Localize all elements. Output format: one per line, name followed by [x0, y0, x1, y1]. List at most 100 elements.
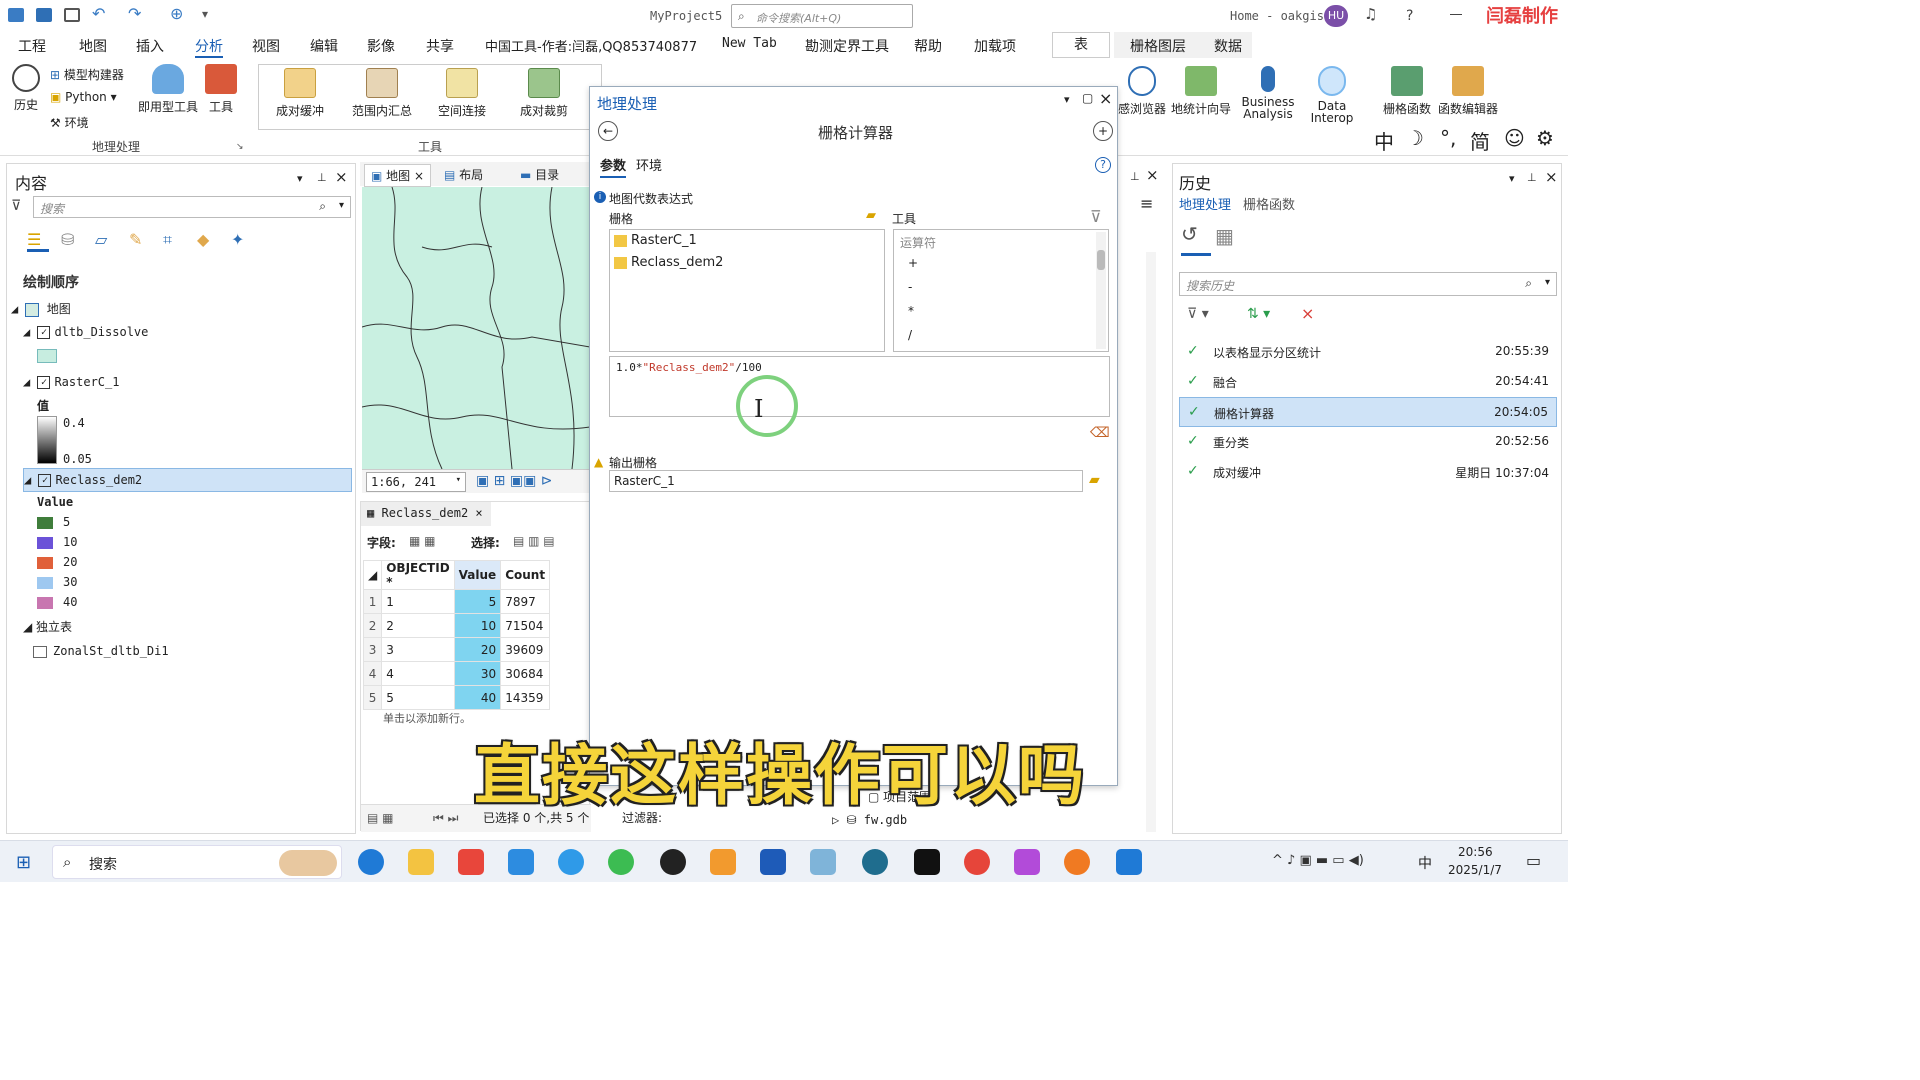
open-folder-icon[interactable]: [36, 8, 52, 22]
table-cell[interactable]: 2: [381, 613, 455, 638]
zoom-icon[interactable]: ⊕: [170, 6, 183, 22]
geostatistical-wizard-button[interactable]: 地统计向导: [1170, 66, 1232, 117]
notification-icon[interactable]: ▭: [1526, 851, 1541, 870]
scale-selector[interactable]: 1:66, 241 ▾: [366, 472, 466, 492]
column-header[interactable]: Value: [453, 560, 502, 590]
arcgis-icon[interactable]: [810, 849, 836, 875]
firefox-icon[interactable]: [1064, 849, 1090, 875]
close-icon[interactable]: ×: [1099, 89, 1112, 108]
navigation-tools-icon[interactable]: ▣ ⊞ ▣▣ ⊳: [476, 473, 553, 489]
table-cell[interactable]: 40: [453, 685, 502, 710]
system-tray-icons[interactable]: ^ ♪ ▣ ▬ ▭ ◀): [1272, 853, 1364, 868]
history-button[interactable]: 历史: [8, 64, 44, 113]
browse-folder-icon[interactable]: ▰: [1089, 472, 1100, 488]
record-navigation-icon[interactable]: ⏮ ⏭: [433, 811, 458, 826]
browse-folder-icon[interactable]: ▰: [866, 208, 876, 223]
punctuation-button[interactable]: °,: [1440, 126, 1456, 150]
tab-table[interactable]: 表: [1052, 32, 1110, 58]
tab-raster-functions-history[interactable]: 栅格函数: [1243, 194, 1295, 213]
tab-catalog[interactable]: ▬ 目录: [520, 166, 559, 183]
clock-time[interactable]: 20:56: [1458, 845, 1493, 859]
filter-icon[interactable]: ⊽ ▾: [1187, 306, 1209, 322]
dialog-launcher-icon[interactable]: ↘: [236, 142, 244, 152]
file-explorer-icon[interactable]: [408, 849, 434, 875]
tab-new-tab[interactable]: New Tab: [722, 36, 777, 51]
project-icon[interactable]: [8, 8, 24, 22]
tab-geoprocessing-history[interactable]: 地理处理: [1179, 194, 1231, 213]
tab-edit[interactable]: 编辑: [310, 36, 338, 56]
table-cell[interactable]: 30: [453, 661, 502, 686]
table-cell[interactable]: 10: [453, 613, 502, 638]
command-search-input[interactable]: ⌕ 命令搜索(Alt+Q): [731, 4, 913, 28]
settings-icon[interactable]: ⚙: [1536, 126, 1554, 150]
close-icon[interactable]: ×: [1545, 168, 1558, 186]
tools-button[interactable]: 工具: [203, 64, 239, 115]
python-button[interactable]: ▣ Python ▾: [50, 90, 117, 104]
tab-survey-tools[interactable]: 勘测定界工具: [805, 36, 889, 56]
avatar[interactable]: HU: [1324, 5, 1348, 27]
notification-bell-icon[interactable]: ♫: [1364, 7, 1377, 22]
tool-pairwise-clip[interactable]: 成对裁剪: [516, 68, 572, 119]
minimize-button[interactable]: [1450, 14, 1462, 15]
tool-summarize-within[interactable]: 范围内汇总: [350, 68, 414, 119]
environments-button[interactable]: ⚒ 环境: [50, 114, 89, 131]
layer-checkbox[interactable]: ✓: [38, 474, 52, 487]
pin-icon[interactable]: ⊥: [1527, 171, 1537, 184]
tab-environments[interactable]: 环境: [636, 155, 662, 174]
history-entry[interactable]: ✓ 成对缓冲 星期日 10:37:04: [1179, 457, 1557, 487]
globe-search-icon[interactable]: [862, 849, 888, 875]
tab-analysis[interactable]: 分析: [195, 36, 223, 58]
map-canvas[interactable]: [362, 187, 590, 469]
wechat-icon[interactable]: [608, 849, 634, 875]
standalone-tables-node[interactable]: ◢ 独立表: [23, 618, 72, 635]
tab-share[interactable]: 共享: [426, 36, 454, 56]
table-row[interactable]: 1 1 5 7897: [362, 589, 551, 614]
tool-spatial-join[interactable]: 空间连接: [434, 68, 490, 119]
raster-list-item[interactable]: RasterC_1: [610, 230, 884, 252]
help-button[interactable]: ?: [1406, 8, 1413, 24]
tab-layout[interactable]: ▤ 布局: [444, 166, 483, 183]
add-row-hint[interactable]: 单击以添加新行。: [383, 710, 471, 726]
calendar-icon[interactable]: ▦: [1215, 224, 1234, 248]
row-number[interactable]: 2: [362, 613, 383, 638]
history-entry[interactable]: ✓ 重分类 20:52:56: [1179, 427, 1557, 457]
contents-search-input[interactable]: 搜索 ⌕ ▾: [33, 196, 351, 218]
table-row[interactable]: 3 3 20 39609: [362, 637, 551, 662]
operator-item[interactable]: -: [908, 280, 918, 304]
ime-indicator[interactable]: 中: [1418, 853, 1432, 873]
operator-item[interactable]: +: [908, 256, 918, 280]
close-icon[interactable]: ×: [1146, 166, 1159, 184]
selection-icon[interactable]: ▱: [95, 230, 107, 249]
sort-icon[interactable]: ⇅ ▾: [1247, 306, 1270, 322]
history-search-input[interactable]: 搜索历史 ⌕ ▾: [1179, 272, 1557, 296]
layer-row[interactable]: ◢ ✓ dltb_Dissolve: [23, 325, 148, 339]
add-icon[interactable]: +: [1093, 121, 1113, 141]
pin-icon[interactable]: ⊥: [1130, 170, 1140, 183]
history-entry[interactable]: ✓ 栅格计算器 20:54:05: [1179, 397, 1557, 427]
output-raster-input[interactable]: RasterC_1: [609, 470, 1083, 492]
fields-tools-icon[interactable]: ▦ ▦: [409, 534, 436, 548]
windows-start-icon[interactable]: ⊞: [16, 852, 31, 873]
table-row[interactable]: 2 2 10 71504: [362, 613, 551, 638]
data-source-icon[interactable]: ⛁: [61, 230, 74, 249]
function-editor-button[interactable]: 函数编辑器: [1436, 66, 1500, 117]
row-number[interactable]: 3: [362, 637, 383, 662]
tab-help[interactable]: 帮助: [914, 36, 942, 56]
tab-project[interactable]: 工程: [18, 36, 46, 56]
ready-tools-button[interactable]: 即用型工具: [136, 64, 200, 115]
history-icon[interactable]: ↺: [1181, 222, 1211, 256]
chrome-icon[interactable]: [964, 849, 990, 875]
layer-row[interactable]: ◢ ✓ RasterC_1: [23, 375, 119, 389]
pane-options-icon[interactable]: ▾: [297, 172, 303, 185]
wps-icon[interactable]: [458, 849, 484, 875]
tab-china-tools[interactable]: 中国工具-作者:闫磊,QQ853740877: [485, 36, 697, 55]
clock-date[interactable]: 2025/1/7: [1448, 863, 1502, 877]
raster-list-item[interactable]: Reclass_dem2: [610, 252, 884, 274]
close-icon[interactable]: ×: [335, 168, 348, 186]
table-row[interactable]: 4 4 30 30684: [362, 661, 551, 686]
map-node[interactable]: ◢ 地图: [11, 300, 71, 317]
eraser-icon[interactable]: ⌫: [1090, 425, 1110, 441]
filter-icon[interactable]: ⊽: [11, 198, 21, 214]
app-icon[interactable]: [1014, 849, 1040, 875]
layer-row-selected[interactable]: ◢ ✓ Reclass_dem2: [23, 468, 352, 492]
